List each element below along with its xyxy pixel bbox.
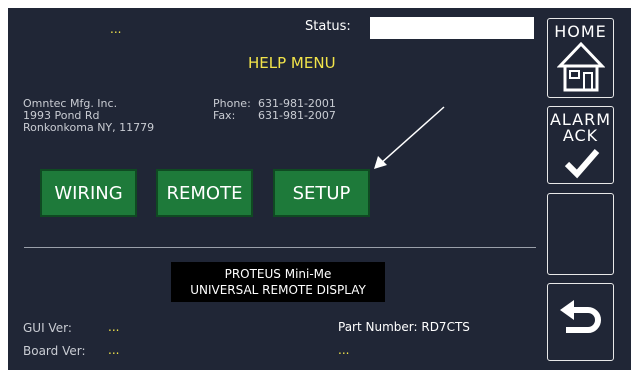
board-ver-label: Board Ver:	[23, 344, 86, 358]
gui-ver-value: ...	[108, 320, 120, 334]
product-line2: UNIVERSAL REMOTE DISPLAY	[190, 283, 366, 297]
part-number-value: ...	[338, 343, 350, 357]
display-screen: ... Status: HELP MENU Omntec Mfg. Inc. 1…	[8, 8, 631, 370]
remote-button[interactable]: REMOTE	[156, 169, 253, 217]
fax-value: 631-981-2007	[258, 109, 336, 122]
home-label: HOME	[554, 22, 607, 41]
arrow-pointer-icon	[374, 106, 445, 169]
checkmark-icon	[564, 149, 600, 179]
fax-label: Fax:	[213, 109, 236, 122]
address-line2: Ronkonkoma NY, 11779	[23, 121, 155, 134]
company-info: Omntec Mfg. Inc. 1993 Pond Rd Ronkonkoma…	[23, 98, 154, 134]
status-label: Status:	[305, 19, 351, 34]
back-button[interactable]	[547, 283, 614, 361]
divider	[24, 247, 536, 248]
part-number: Part Number: RD7CTS	[338, 320, 470, 334]
header-left-value: ...	[110, 22, 122, 36]
page-title: HELP MENU	[248, 54, 336, 72]
product-line1: PROTEUS Mini-Me	[224, 267, 332, 281]
status-field	[370, 17, 534, 39]
contact-values: 631-981-2001 631-981-2007	[258, 98, 336, 122]
setup-button[interactable]: SETUP	[273, 169, 370, 217]
contact-labels: Phone: Fax:	[213, 98, 251, 122]
back-arrow-icon	[560, 300, 601, 333]
product-label: PROTEUS Mini-Me UNIVERSAL REMOTE DISPLAY	[171, 262, 385, 302]
blank-side-button[interactable]	[547, 193, 614, 275]
gui-ver-label: GUI Ver:	[23, 321, 72, 335]
ack-label: ACK	[562, 126, 599, 145]
board-ver-value: ...	[108, 343, 120, 357]
house-icon	[557, 41, 605, 92]
wiring-button[interactable]: WIRING	[40, 169, 137, 217]
home-button[interactable]: HOME	[547, 18, 614, 98]
alarm-ack-button[interactable]: ALARM ACK	[547, 106, 614, 184]
